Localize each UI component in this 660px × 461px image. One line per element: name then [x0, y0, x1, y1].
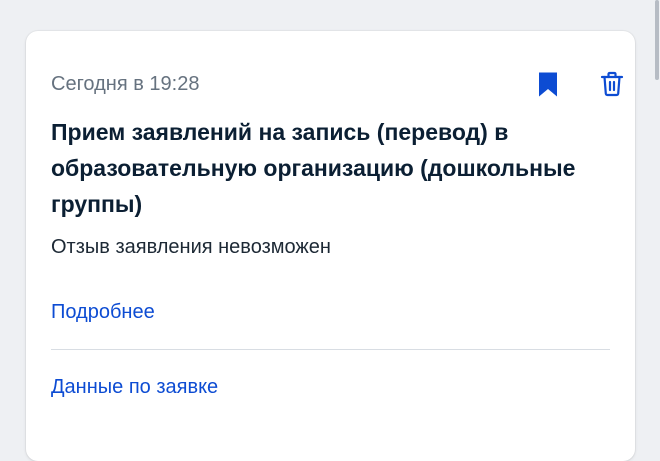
notification-date: Сегодня в 19:28	[51, 73, 200, 95]
notification-title: Прием заявлений на запись (перевод) в об…	[51, 119, 576, 217]
bookmark-icon	[539, 72, 557, 96]
request-data-link[interactable]: Данные по заявке	[51, 374, 218, 400]
delete-button[interactable]	[597, 69, 627, 99]
bookmark-button[interactable]	[533, 69, 563, 99]
notification-status: Отзыв заявления невозможен	[51, 236, 331, 258]
notification-card: Сегодня в 19:28 Прием заявлений на запис…	[26, 31, 635, 461]
page-scrollbar[interactable]	[654, 0, 660, 436]
card-header: Сегодня в 19:28	[51, 69, 624, 101]
page-scrollbar-thumb[interactable]	[655, 0, 659, 80]
more-details-link[interactable]: Подробнее	[51, 299, 155, 325]
trash-icon	[600, 71, 624, 97]
divider	[51, 349, 610, 350]
